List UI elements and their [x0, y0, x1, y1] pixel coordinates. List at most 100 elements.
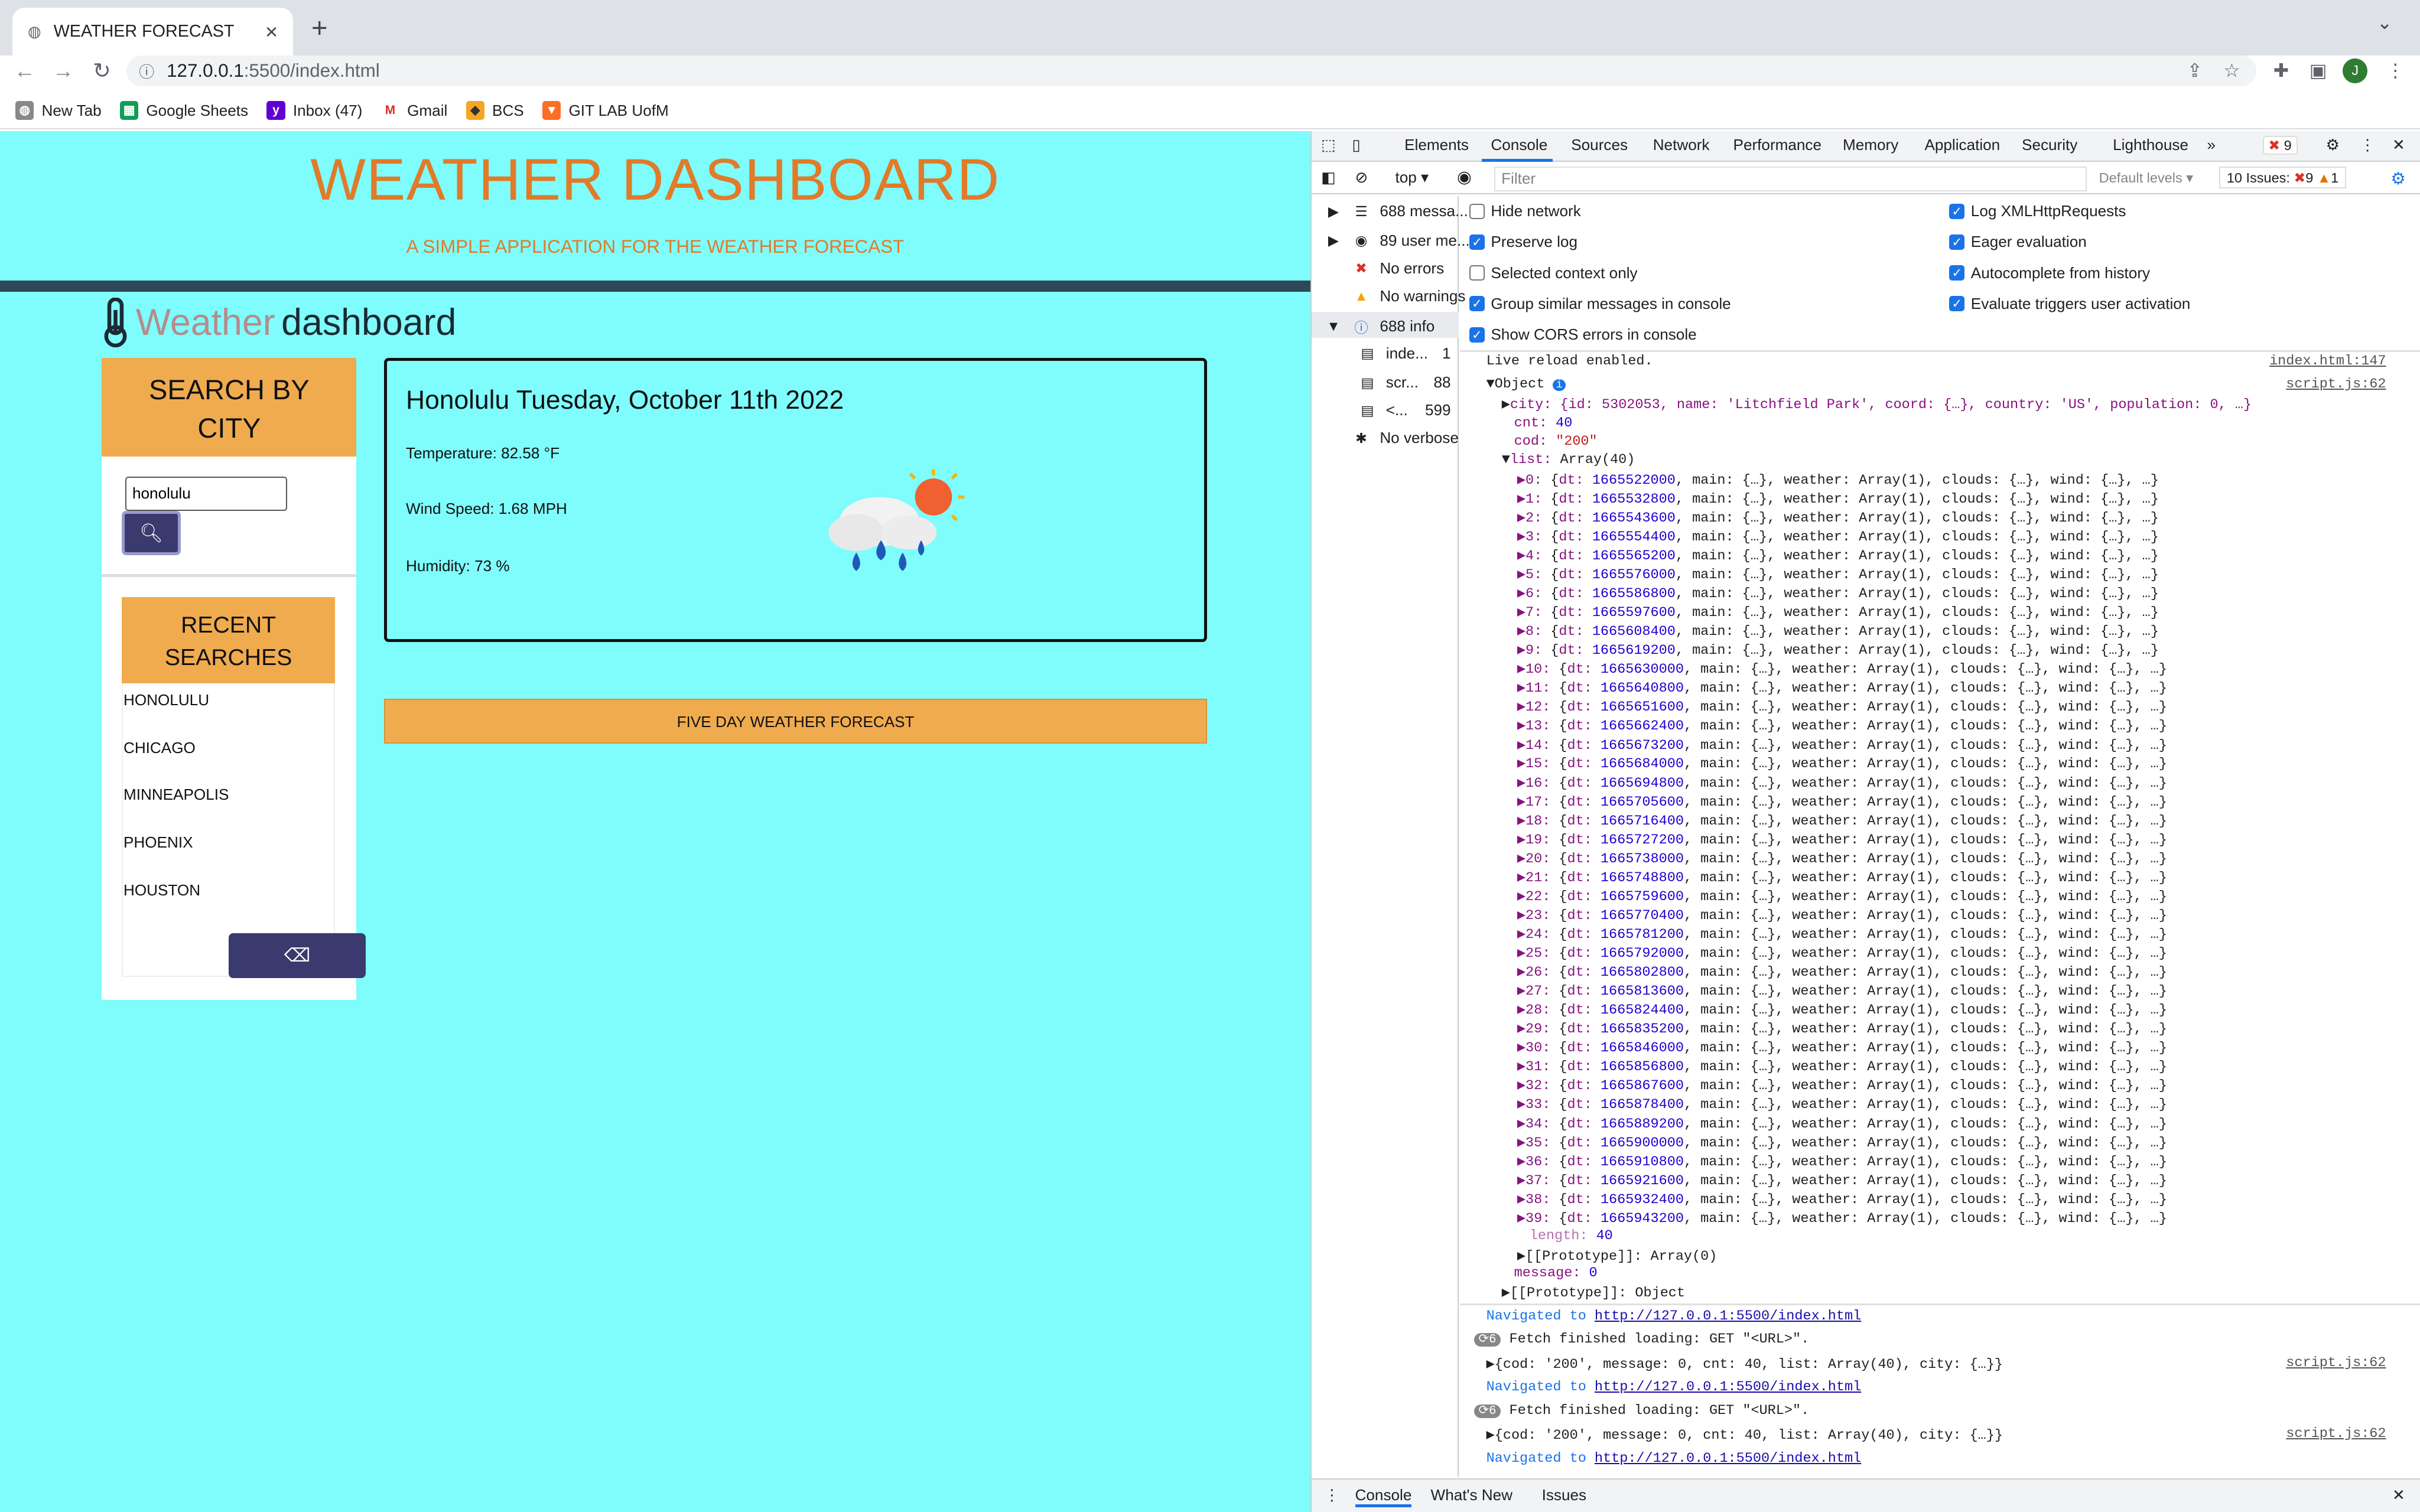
console-list-row[interactable]: ▶0: {dt: 1665522000, main: {…}, weather:…	[1517, 471, 2159, 488]
close-tab-icon[interactable]: ×	[265, 19, 278, 44]
profile-avatar[interactable]: J	[2343, 58, 2368, 84]
console-list-row[interactable]: ▶8: {dt: 1665608400, main: {…}, weather:…	[1517, 622, 2159, 640]
show-cors-checkbox[interactable]: ✓ Show CORS errors in console	[1469, 325, 1697, 344]
console-list-row[interactable]: ▶13: {dt: 1665662400, main: {…}, weather…	[1517, 716, 2167, 734]
issues-button[interactable]: 10 Issues: ✖9 ▲1	[2219, 167, 2346, 189]
bookmark-inbox[interactable]: y Inbox (47)	[266, 101, 362, 120]
sidebar-messages[interactable]: ▶ ☰ 688 messa...	[1324, 202, 1468, 220]
console-list-row[interactable]: ▶34: {dt: 1665889200, main: {…}, weather…	[1517, 1115, 2167, 1132]
tab-application[interactable]: Application	[1924, 136, 2000, 154]
console-list-row[interactable]: ▶39: {dt: 1665943200, main: {…}, weather…	[1517, 1209, 2167, 1227]
five-day-forecast-button[interactable]: FIVE DAY WEATHER FORECAST	[384, 699, 1207, 744]
console-list-row[interactable]: ▶22: {dt: 1665759600, main: {…}, weather…	[1517, 887, 2167, 905]
forward-icon[interactable]: →	[48, 56, 79, 86]
console-list-row[interactable]: ▶17: {dt: 1665705600, main: {…}, weather…	[1517, 793, 2167, 810]
menu-icon[interactable]: ⋮	[2383, 58, 2408, 83]
device-toolbar-icon[interactable]: ▯	[1352, 136, 1360, 154]
recent-item[interactable]: HONOLULU	[123, 691, 209, 709]
close-devtools-icon[interactable]: ✕	[2392, 136, 2405, 154]
eager-eval-checkbox[interactable]: ✓ Eager evaluation	[1949, 233, 2087, 251]
settings-gear-icon[interactable]: ⚙	[2326, 136, 2340, 154]
console-list-row[interactable]: ▶19: {dt: 1665727200, main: {…}, weather…	[1517, 830, 2167, 848]
console-list-row[interactable]: ▶1: {dt: 1665532800, main: {…}, weather:…	[1517, 490, 2159, 507]
sidebar-file-script[interactable]: ▤ scr... 88	[1358, 373, 1450, 392]
console-list-row[interactable]: ▶23: {dt: 1665770400, main: {…}, weather…	[1517, 906, 2167, 924]
close-drawer-icon[interactable]: ✕	[2392, 1486, 2405, 1504]
console-list-row[interactable]: ▶15: {dt: 1665684000, main: {…}, weather…	[1517, 754, 2167, 772]
console-list-row[interactable]: ▶38: {dt: 1665932400, main: {…}, weather…	[1517, 1190, 2167, 1208]
console-list-line[interactable]: ▼list: Array(40)	[1502, 452, 1635, 468]
sidebar-user-messages[interactable]: ▶ ◉ 89 user me...	[1324, 232, 1470, 250]
log-levels-dropdown[interactable]: Default levels ▾	[2099, 170, 2193, 186]
console-object-header[interactable]: ▼Object i	[1487, 376, 1566, 392]
console-list-row[interactable]: ▶5: {dt: 1665576000, main: {…}, weather:…	[1517, 565, 2159, 583]
source-link[interactable]: script.js:62	[2201, 1355, 2386, 1371]
console-list-row[interactable]: ▶32: {dt: 1665867600, main: {…}, weather…	[1517, 1076, 2167, 1094]
drawer-menu-icon[interactable]: ⋮	[1324, 1486, 1339, 1504]
source-link[interactable]: index.html:147	[2201, 353, 2386, 369]
extensions-icon[interactable]: ✚	[2269, 58, 2294, 83]
log-xhr-checkbox[interactable]: ✓ Log XMLHttpRequests	[1949, 202, 2126, 220]
site-info-icon[interactable]: ⓘ	[139, 60, 154, 82]
console-list-row[interactable]: ▶7: {dt: 1665597600, main: {…}, weather:…	[1517, 603, 2159, 621]
console-list-row[interactable]: ▶36: {dt: 1665910800, main: {…}, weather…	[1517, 1152, 2167, 1170]
sidebar-file-other[interactable]: ▤ <... 599	[1358, 401, 1450, 419]
bookmark-gmail[interactable]: M Gmail	[380, 101, 447, 120]
sidebar-file-index[interactable]: ▤ inde... 1	[1358, 344, 1450, 363]
nav-url-link[interactable]: http://127.0.0.1:5500/index.html	[1595, 1451, 1861, 1467]
console-list-row[interactable]: ▶18: {dt: 1665716400, main: {…}, weather…	[1517, 812, 2167, 829]
console-list-row[interactable]: ▶28: {dt: 1665824400, main: {…}, weather…	[1517, 1001, 2167, 1018]
recent-item[interactable]: PHOENIX	[123, 833, 193, 852]
clear-console-icon[interactable]: ⊘	[1355, 168, 1368, 187]
inspect-icon[interactable]: ⬚	[1321, 136, 1336, 154]
tab-security[interactable]: Security	[2022, 136, 2077, 154]
nav-url-link[interactable]: http://127.0.0.1:5500/index.html	[1595, 1308, 1861, 1324]
context-selector[interactable]: top ▾	[1395, 168, 1429, 187]
hide-network-checkbox[interactable]: Hide network	[1469, 202, 1581, 220]
sidebar-verbose[interactable]: ✱ No verbose	[1324, 429, 1459, 447]
console-list-row[interactable]: ▶16: {dt: 1665694800, main: {…}, weather…	[1517, 774, 2167, 791]
reload-icon[interactable]: ↻	[86, 56, 117, 86]
console-list-row[interactable]: ▶33: {dt: 1665878400, main: {…}, weather…	[1517, 1095, 2167, 1113]
tab-lighthouse[interactable]: Lighthouse	[2113, 136, 2188, 154]
console-list-row[interactable]: ▶30: {dt: 1665846000, main: {…}, weather…	[1517, 1038, 2167, 1056]
drawer-tab-whats-new[interactable]: What's New	[1431, 1486, 1512, 1504]
console-list-row[interactable]: ▶12: {dt: 1665651600, main: {…}, weather…	[1517, 698, 2167, 715]
more-tabs-icon[interactable]: »	[2207, 136, 2216, 154]
console-list-row[interactable]: ▶6: {dt: 1665586800, main: {…}, weather:…	[1517, 584, 2159, 602]
bookmark-star-icon[interactable]: ☆	[2219, 58, 2244, 83]
console-object-summary[interactable]: ▶{cod: '200', message: 0, cnt: 40, list:…	[1487, 1426, 2003, 1443]
nav-url-link[interactable]: http://127.0.0.1:5500/index.html	[1595, 1379, 1861, 1395]
console-city-line[interactable]: ▶city: {id: 5302053, name: 'Litchfield P…	[1502, 395, 2252, 413]
console-list-row[interactable]: ▶20: {dt: 1665738000, main: {…}, weather…	[1517, 849, 2167, 867]
group-similar-checkbox[interactable]: ✓ Group similar messages in console	[1469, 295, 1731, 313]
console-list-row[interactable]: ▶35: {dt: 1665900000, main: {…}, weather…	[1517, 1133, 2167, 1151]
console-list-row[interactable]: ▶24: {dt: 1665781200, main: {…}, weather…	[1517, 925, 2167, 943]
autocomplete-history-checkbox[interactable]: ✓ Autocomplete from history	[1949, 264, 2150, 282]
console-list-row[interactable]: ▶21: {dt: 1665748800, main: {…}, weather…	[1517, 868, 2167, 886]
city-search-input[interactable]	[125, 477, 287, 511]
tab-memory[interactable]: Memory	[1843, 136, 1898, 154]
sidebar-toggle-icon[interactable]: ◧	[1321, 168, 1336, 187]
tab-performance[interactable]: Performance	[1733, 136, 1821, 154]
console-list-row[interactable]: ▶10: {dt: 1665630000, main: {…}, weather…	[1517, 660, 2167, 677]
console-list-row[interactable]: ▶11: {dt: 1665640800, main: {…}, weather…	[1517, 679, 2167, 696]
live-expression-eye-icon[interactable]: ◉	[1457, 167, 1472, 187]
source-link[interactable]: script.js:62	[2201, 1426, 2386, 1442]
bookmark-new-tab[interactable]: ◍ New Tab	[15, 101, 102, 120]
back-icon[interactable]: ←	[9, 56, 40, 86]
recent-item[interactable]: MINNEAPOLIS	[123, 786, 229, 804]
tab-sources[interactable]: Sources	[1571, 136, 1628, 154]
selected-context-checkbox[interactable]: Selected context only	[1469, 264, 1638, 282]
browser-tab[interactable]: ◍ WEATHER FORECAST ×	[12, 8, 294, 56]
sidebar-errors[interactable]: ✖ No errors	[1324, 259, 1444, 278]
clear-history-button[interactable]: ⌫	[228, 933, 366, 979]
console-list-row[interactable]: ▶9: {dt: 1665619200, main: {…}, weather:…	[1517, 641, 2159, 659]
console-list-row[interactable]: ▶25: {dt: 1665792000, main: {…}, weather…	[1517, 944, 2167, 962]
address-bar[interactable]: ⓘ 127.0.0.1:5500/index.html	[126, 56, 2257, 87]
source-link[interactable]: script.js:62	[2201, 376, 2386, 392]
tab-elements[interactable]: Elements	[1404, 136, 1469, 154]
console-list-row[interactable]: ▶2: {dt: 1665543600, main: {…}, weather:…	[1517, 509, 2159, 526]
sidebar-info[interactable]: ▼ ⓘ 688 info	[1324, 317, 1435, 337]
bookmark-google-sheets[interactable]: ▦ Google Sheets	[119, 101, 248, 120]
